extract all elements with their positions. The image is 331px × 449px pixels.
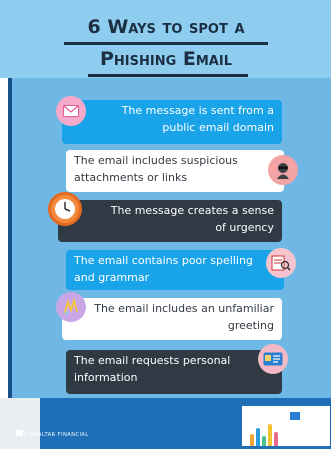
left-corner xyxy=(0,398,40,449)
partner-bar-4 xyxy=(268,424,272,446)
title-line-1: 6 Ways to spot a xyxy=(87,16,245,38)
tip-card-5: The email includes an unfamiliar greetin… xyxy=(62,298,282,340)
tip-card-4: The email contains poor spelling and gra… xyxy=(66,250,284,290)
partner-bar-3 xyxy=(262,436,266,446)
clock-icon xyxy=(48,192,82,226)
envelope-icon xyxy=(56,96,86,126)
tip-4-line-2: and grammar xyxy=(74,271,150,284)
tip-1-line-1: The message is sent from a xyxy=(121,104,274,117)
tip-5-line-2: greeting xyxy=(227,319,274,332)
tip-card-2: The email includes suspicious attachment… xyxy=(66,150,284,192)
tip-3-line-1: The message creates a sense xyxy=(110,204,274,217)
tip-2-line-2: attachments or links xyxy=(74,171,188,184)
partner-badge xyxy=(290,412,300,420)
tip-4-line-1: The email contains poor spelling xyxy=(74,254,253,267)
partner-bar-1 xyxy=(250,434,254,446)
title-underline-1 xyxy=(64,42,268,45)
document-search-icon xyxy=(266,248,296,278)
tip-card-1: The message is sent from a public email … xyxy=(62,100,282,144)
title-line-2: Phishing Email xyxy=(100,48,232,70)
tip-1-line-2: public email domain xyxy=(162,121,274,134)
partner-bar-2 xyxy=(256,428,260,446)
tip-3-line-2: of urgency xyxy=(215,221,274,234)
left-edge xyxy=(0,78,12,398)
tip-6-line-1: The email requests personal xyxy=(74,354,231,367)
tip-card-6: The email requests personal information xyxy=(66,350,282,394)
title-underline-2 xyxy=(88,74,248,77)
tip-2-line-1: The email includes suspicious xyxy=(74,154,238,167)
hacker-icon xyxy=(268,155,298,185)
brand-logo-icon xyxy=(16,430,23,436)
id-card-icon xyxy=(258,344,288,374)
infographic-page: 6 Ways to spot a Phishing Email The mess… xyxy=(0,0,331,449)
partner-logo xyxy=(242,406,330,446)
partner-bar-5 xyxy=(274,432,278,446)
tip-5-line-1: The email includes an unfamiliar xyxy=(94,302,274,315)
brand-name: GIBRALTAR FINANCIAL xyxy=(24,432,89,438)
tip-card-3: The message creates a sense of urgency xyxy=(58,200,282,242)
greeting-icon xyxy=(56,292,86,322)
tip-6-line-2: information xyxy=(74,371,138,384)
